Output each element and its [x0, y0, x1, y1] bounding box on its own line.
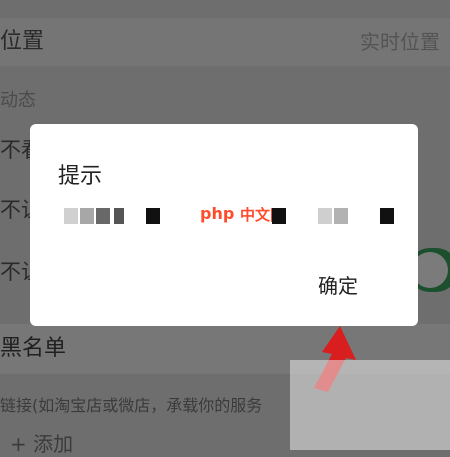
dialog-message-redacted: php 中文网: [50, 204, 410, 232]
watermark-php: php: [200, 204, 235, 223]
settings-header: 位置 实时位置: [0, 18, 450, 66]
realtime-location-link[interactable]: 实时位置: [360, 18, 440, 66]
dialog-title: 提示: [58, 164, 103, 189]
moments-section-label: 动态: [0, 90, 36, 111]
blur-artifact: [290, 360, 450, 450]
confirm-button[interactable]: 确定: [318, 270, 358, 299]
prompt-dialog: 提示 php 中文网 确定: [30, 124, 418, 326]
location-title: 位置: [0, 29, 45, 54]
